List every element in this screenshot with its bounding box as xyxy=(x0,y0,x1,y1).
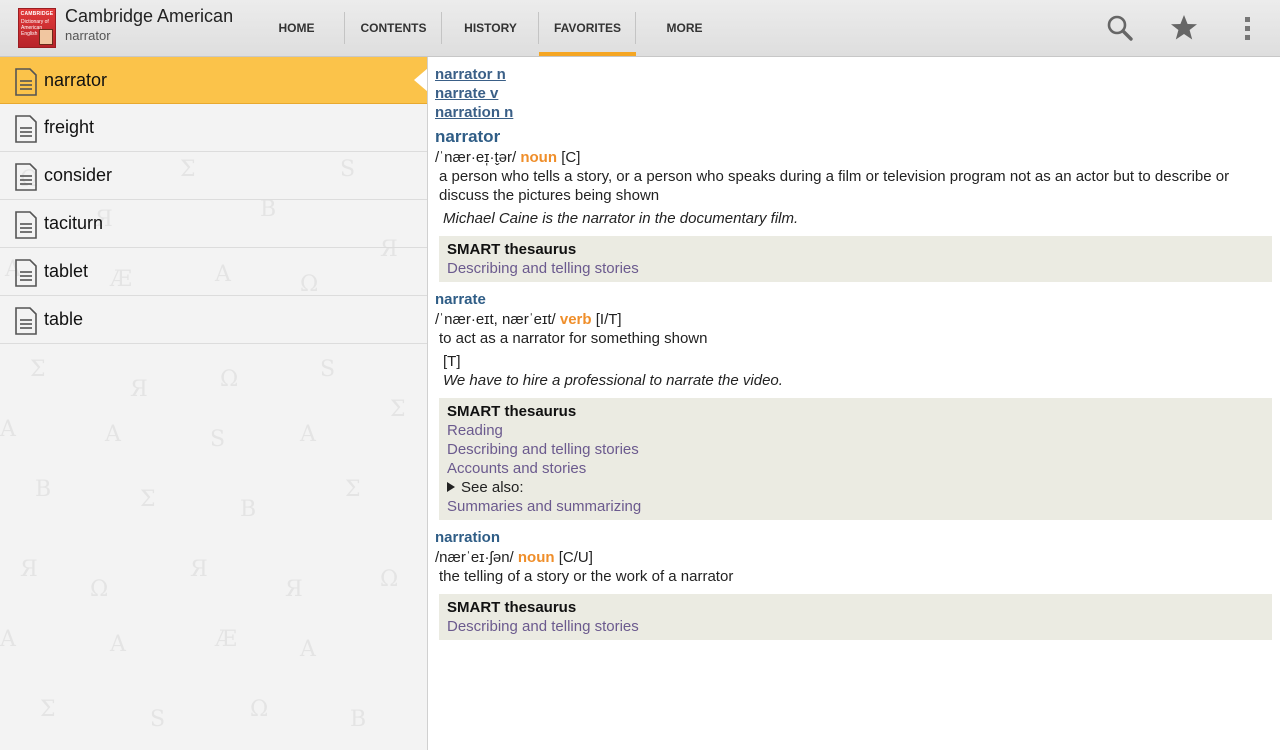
example-sentence: Michael Caine is the narrator in the doc… xyxy=(443,210,799,227)
thesaurus-title: SMART thesaurus xyxy=(447,599,577,616)
entry-content: narrator n narrate v narration n narrato… xyxy=(428,57,1280,750)
grammar-code: [I/T] xyxy=(595,311,622,328)
pronunciation: /ˈnær·eɪt, nærˈeɪt/ xyxy=(435,311,556,328)
document-icon xyxy=(15,259,37,287)
document-icon xyxy=(15,211,37,239)
tab-history[interactable]: HISTORY xyxy=(442,0,539,56)
entry-body: narrator n narrate v narration n narrato… xyxy=(435,65,1272,648)
tab-contents[interactable]: CONTENTS xyxy=(345,0,442,56)
favorite-label: consider xyxy=(44,165,113,185)
grammar-code: [C] xyxy=(561,149,581,166)
favorite-label: narrator xyxy=(44,70,108,90)
star-icon[interactable] xyxy=(1164,8,1204,48)
overflow-menu-icon[interactable] xyxy=(1228,8,1268,48)
thesaurus-title: SMART thesaurus xyxy=(447,241,577,258)
smart-thesaurus-box: SMART thesaurus Reading Describing and t… xyxy=(439,398,1272,520)
headword: narration xyxy=(435,529,501,546)
entry-link[interactable]: narrator n xyxy=(435,65,1272,84)
app-logo[interactable]: CAMBRIDGE Dictionary of American English xyxy=(18,8,56,48)
entry-link[interactable]: narrate v xyxy=(435,84,1272,103)
grammar-code: [T] xyxy=(443,353,461,370)
pronunciation: /nærˈeɪ·ʃən/ xyxy=(435,549,514,566)
document-icon xyxy=(15,68,37,96)
favorite-item[interactable]: tablet xyxy=(0,248,427,296)
app-subtitle: narrator xyxy=(65,28,111,43)
grammar-code: [C/U] xyxy=(558,549,593,566)
thesaurus-link[interactable]: Summaries and summarizing xyxy=(447,497,1264,516)
smart-thesaurus-box: SMART thesaurus Describing and telling s… xyxy=(439,594,1272,640)
pronunciation-line: /ˈnær·eɪt, nærˈeɪt/ verb [I/T] xyxy=(435,310,1272,329)
document-icon xyxy=(15,115,37,143)
favorite-item[interactable]: table xyxy=(0,296,427,344)
favorite-label: taciturn xyxy=(44,213,104,233)
example-sentence: We have to hire a professional to narrat… xyxy=(443,372,783,389)
expand-triangle-icon xyxy=(447,482,455,493)
action-bar: CAMBRIDGE Dictionary of American English… xyxy=(0,0,1280,57)
document-icon xyxy=(15,307,37,335)
pronunciation-line: /ˈnær·eɪ̩·t̬ər/ noun [C] xyxy=(435,148,1272,167)
tab-home[interactable]: HOME xyxy=(248,0,345,56)
favorite-item[interactable]: narrator xyxy=(0,57,427,104)
thesaurus-link[interactable]: Reading xyxy=(447,421,1264,440)
favorites-list: narrator freight consider taciturn table… xyxy=(0,57,427,344)
logo-brand-text: CAMBRIDGE xyxy=(20,11,54,17)
headword: narrate xyxy=(435,291,486,308)
thesaurus-link[interactable]: Describing and telling stories xyxy=(447,440,1264,459)
tab-bar: HOME CONTENTS HISTORY FAVORITES MORE xyxy=(248,0,733,56)
favorite-label: freight xyxy=(44,117,95,137)
logo-book-image xyxy=(39,29,53,45)
see-also-label: See also: xyxy=(461,479,524,496)
thesaurus-link[interactable]: Describing and telling stories xyxy=(447,617,1264,636)
thesaurus-link[interactable]: Describing and telling stories xyxy=(447,259,1264,278)
search-icon[interactable] xyxy=(1100,8,1140,48)
favorite-label: tablet xyxy=(44,261,89,281)
pronunciation: /ˈnær·eɪ̩·t̬ər/ xyxy=(435,149,517,166)
part-of-speech: noun xyxy=(517,549,555,566)
thesaurus-title: SMART thesaurus xyxy=(447,403,577,420)
headword: narrator xyxy=(435,127,501,146)
app-title: Cambridge American xyxy=(65,6,234,26)
favorites-sidebar: ΩЯ ΣB SA ÆA ΩЯ ΣЯ ΩS AA SA ΣB ΣB ΣЯ ΩЯ Я… xyxy=(0,57,428,750)
entry-link[interactable]: narration n xyxy=(435,103,1272,122)
definition: to act as a narrator for something shown xyxy=(439,330,708,347)
smart-thesaurus-box: SMART thesaurus Describing and telling s… xyxy=(439,236,1272,282)
favorite-item[interactable]: freight xyxy=(0,104,427,152)
favorite-item[interactable]: consider xyxy=(0,152,427,200)
part-of-speech: verb xyxy=(559,311,592,328)
definition: the telling of a story or the work of a … xyxy=(439,568,734,585)
document-icon xyxy=(15,163,37,191)
part-of-speech: noun xyxy=(520,149,558,166)
definition: a person who tells a story, or a person … xyxy=(439,168,1230,204)
pronunciation-line: /nærˈeɪ·ʃən/ noun [C/U] xyxy=(435,548,1272,567)
see-also-toggle[interactable]: See also: xyxy=(447,478,1264,497)
favorite-label: table xyxy=(44,309,84,329)
tab-more[interactable]: MORE xyxy=(636,0,733,56)
thesaurus-link[interactable]: Accounts and stories xyxy=(447,459,1264,478)
favorite-item[interactable]: taciturn xyxy=(0,200,427,248)
tab-favorites[interactable]: FAVORITES xyxy=(539,0,636,56)
